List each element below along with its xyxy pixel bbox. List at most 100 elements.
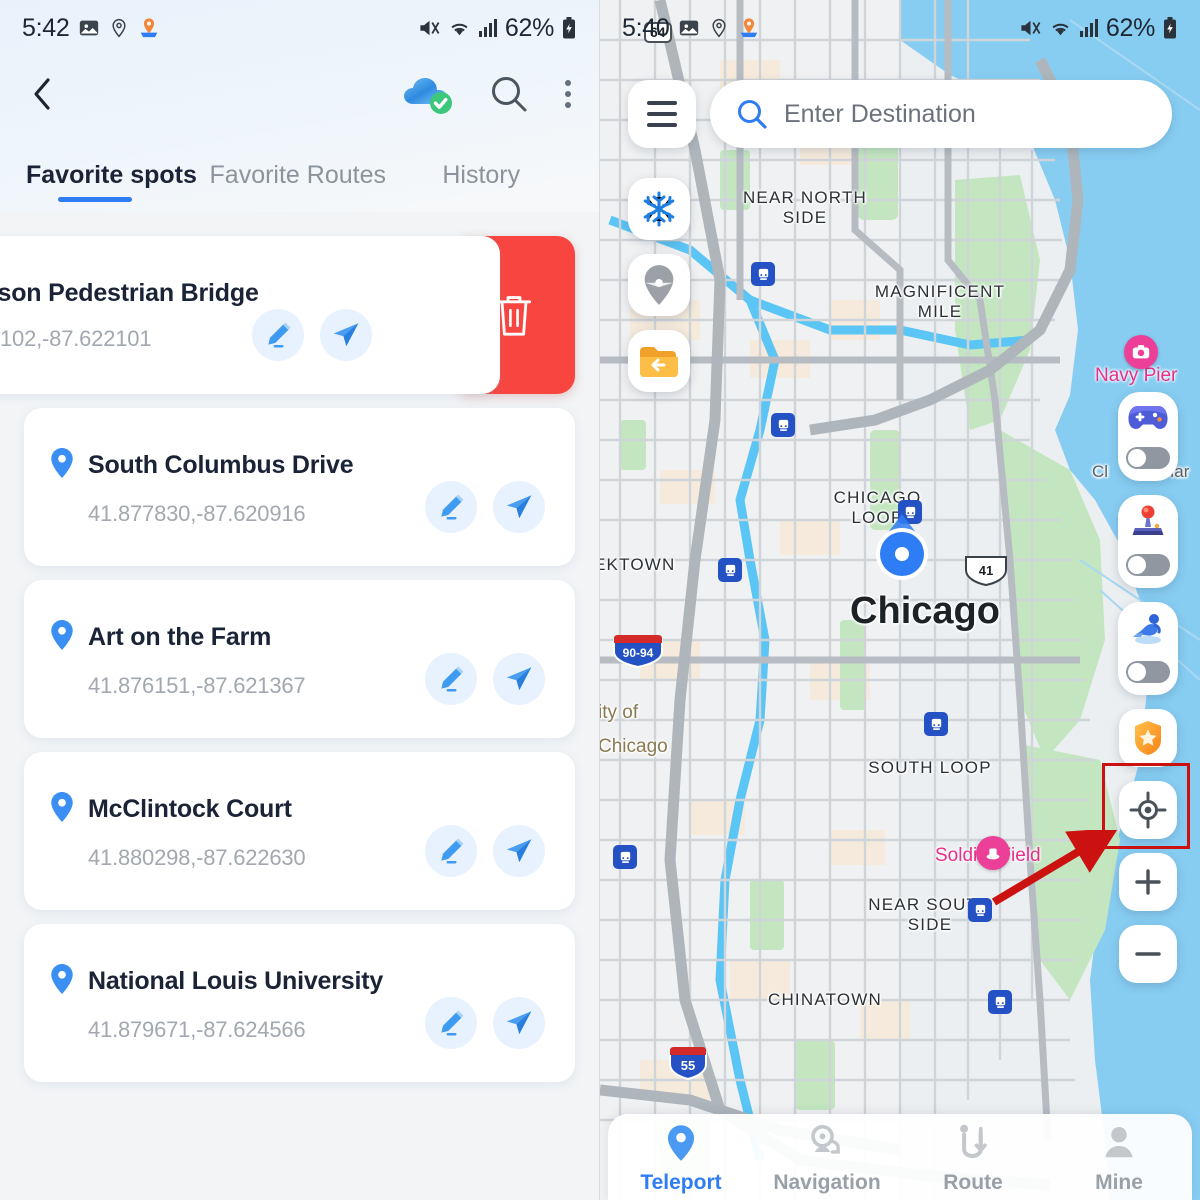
map-background[interactable] xyxy=(600,0,1200,1200)
card-actions xyxy=(425,825,545,877)
transit-station-icon xyxy=(924,712,948,736)
zoom-in-button[interactable] xyxy=(1119,853,1177,911)
card-title: McClintock Court xyxy=(88,794,292,823)
status-bar-right-group: 62% xyxy=(418,14,577,43)
favorite-card[interactable]: South Columbus Drive 41.877830,-87.62091… xyxy=(24,408,575,566)
wifi-icon xyxy=(1049,18,1072,38)
card-header: South Columbus Drive xyxy=(50,447,549,483)
card-header: arrison Pedestrian Bridge xyxy=(0,279,474,308)
nav-item-navigation[interactable]: Navigation xyxy=(754,1114,900,1200)
dual-screenshot: 5:42 62% Favorite spots Favorite Routes … xyxy=(0,0,1200,1200)
map-pin-icon xyxy=(738,16,760,40)
status-bar-left-group: 5:42 xyxy=(22,14,160,43)
edit-button[interactable] xyxy=(425,825,477,877)
teleport-pin-icon xyxy=(664,1124,698,1167)
transit-station-icon xyxy=(718,558,742,582)
navigate-button[interactable] xyxy=(493,481,545,533)
snowflake-icon[interactable] xyxy=(628,178,690,240)
nav-item-mine[interactable]: Mine xyxy=(1046,1114,1192,1200)
map-panel: 5:40 62% 64 NEAR NORTH SIDE MAGNIFICENT … xyxy=(600,0,1200,1200)
edit-button[interactable] xyxy=(425,653,477,705)
nav-item-route[interactable]: Route xyxy=(900,1114,1046,1200)
tab-history[interactable]: History xyxy=(390,161,574,204)
card-header: National Louis University xyxy=(50,963,549,999)
soldier-field-poi-icon[interactable] xyxy=(976,836,1010,870)
battery-percent: 62% xyxy=(504,13,554,42)
card-title: Art on the Farm xyxy=(88,622,272,651)
edit-button[interactable] xyxy=(252,309,304,361)
status-time: 5:42 xyxy=(22,13,70,42)
location-icon xyxy=(709,17,729,39)
navigate-button[interactable] xyxy=(493,825,545,877)
tab-label: Favorite Routes xyxy=(209,161,386,189)
gamepad-switch[interactable] xyxy=(1126,447,1170,469)
transit-station-icon xyxy=(771,413,795,437)
card-actions xyxy=(425,997,545,1049)
tab-favorite-routes[interactable]: Favorite Routes xyxy=(206,161,390,204)
battery-icon xyxy=(1162,17,1178,39)
gamepad-toggle[interactable] xyxy=(1118,392,1178,481)
nav-label: Mine xyxy=(1095,1170,1143,1194)
status-time: 5:40 xyxy=(622,13,670,42)
mute-icon xyxy=(1019,18,1042,38)
battery-percent: 62% xyxy=(1105,13,1155,42)
hamburger-menu-icon[interactable] xyxy=(628,80,696,148)
transit-station-icon xyxy=(613,845,637,869)
runner-switch[interactable] xyxy=(1126,661,1170,683)
app-bar-actions xyxy=(397,72,577,116)
navigation-pins-icon xyxy=(808,1124,846,1167)
person-icon xyxy=(1102,1124,1136,1167)
location-pin-gray-icon[interactable] xyxy=(628,254,690,316)
screenshot-icon xyxy=(678,17,700,39)
navigate-button[interactable] xyxy=(320,309,372,361)
search-input[interactable]: Enter Destination xyxy=(710,80,1172,148)
favorite-card[interactable]: McClintock Court 41.880298,-87.622630 xyxy=(24,752,575,910)
nav-label: Teleport xyxy=(640,1170,722,1194)
my-location-button[interactable] xyxy=(1119,781,1177,839)
navigate-button[interactable] xyxy=(493,653,545,705)
map-right-tools xyxy=(1118,392,1178,983)
runner-toggle[interactable] xyxy=(1118,602,1178,695)
card-coordinates: .874102,-87.622101 xyxy=(0,325,152,351)
location-icon xyxy=(109,17,129,39)
tab-favorite-spots[interactable]: Favorite spots xyxy=(26,161,206,204)
favorite-card[interactable]: Art on the Farm 41.876151,-87.621367 xyxy=(24,580,575,738)
edit-button[interactable] xyxy=(425,481,477,533)
transit-station-icon xyxy=(988,990,1012,1014)
favorites-list: arrison Pedestrian Bridge .874102,-87.62… xyxy=(0,212,599,1200)
back-button[interactable] xyxy=(22,73,64,115)
app-bar xyxy=(0,56,599,132)
card-title: National Louis University xyxy=(88,966,384,995)
card-header: Art on the Farm xyxy=(50,619,549,655)
folder-back-icon[interactable] xyxy=(628,330,690,392)
joystick-switch[interactable] xyxy=(1126,554,1170,576)
favorite-card[interactable]: National Louis University 41.879671,-87.… xyxy=(24,924,575,1082)
list-item-swiped: arrison Pedestrian Bridge .874102,-87.62… xyxy=(0,236,575,394)
nav-item-teleport[interactable]: Teleport xyxy=(608,1114,754,1200)
cloud-synced-icon[interactable] xyxy=(397,72,459,116)
joystick-toggle[interactable] xyxy=(1118,495,1178,588)
edit-button[interactable] xyxy=(425,997,477,1049)
nav-label: Navigation xyxy=(773,1170,881,1194)
transit-station-icon xyxy=(751,262,775,286)
card-actions xyxy=(252,309,372,361)
card-title: arrison Pedestrian Bridge xyxy=(0,278,259,307)
zoom-out-button[interactable] xyxy=(1119,925,1177,983)
signal-icon xyxy=(478,18,498,38)
status-bar-right-group: 62% xyxy=(1019,14,1178,43)
route-path-icon xyxy=(956,1124,990,1167)
nav-label: Route xyxy=(943,1170,1003,1194)
favorites-star-button[interactable] xyxy=(1119,709,1177,767)
location-pin-icon xyxy=(50,963,74,999)
battery-icon xyxy=(561,17,577,39)
status-bar-left: 5:42 62% xyxy=(0,0,599,56)
favorite-card[interactable]: arrison Pedestrian Bridge .874102,-87.62… xyxy=(0,236,500,394)
search-icon[interactable] xyxy=(489,74,529,114)
card-header: McClintock Court xyxy=(50,791,549,827)
kebab-menu-icon[interactable] xyxy=(559,74,577,114)
transit-station-icon xyxy=(968,898,992,922)
user-location-marker xyxy=(872,512,932,587)
navigate-button[interactable] xyxy=(493,997,545,1049)
navy-pier-poi-icon[interactable] xyxy=(1124,335,1158,369)
search-icon xyxy=(736,98,768,130)
